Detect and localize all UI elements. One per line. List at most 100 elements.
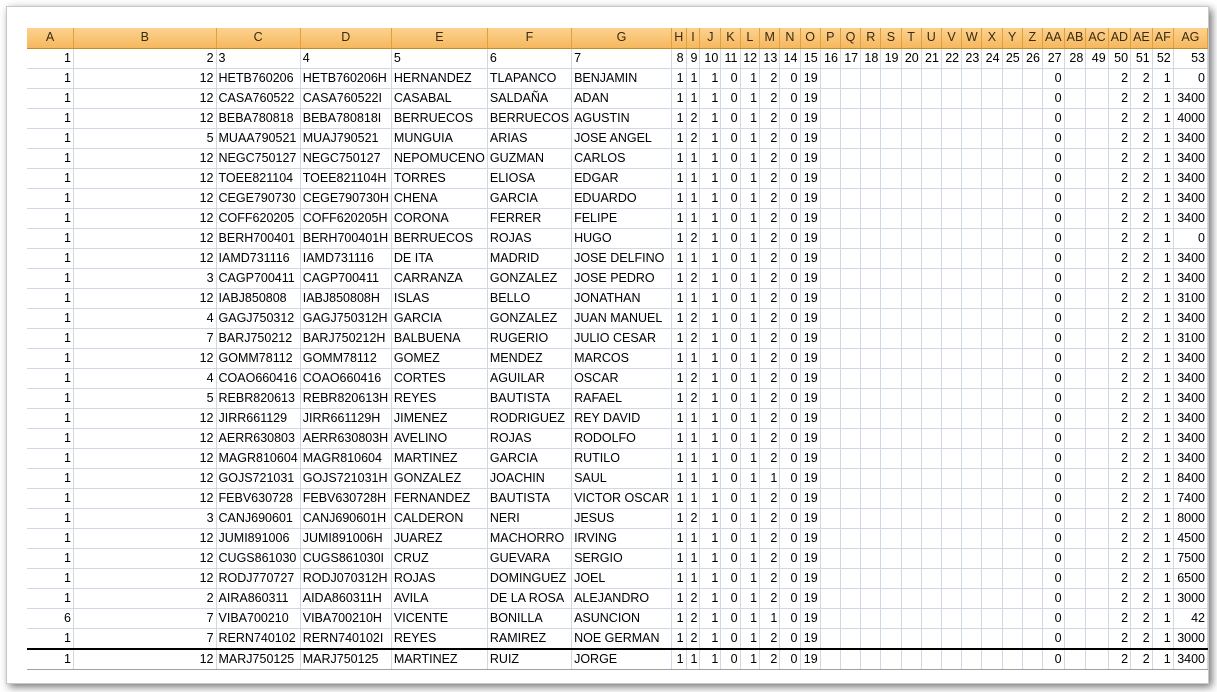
cell[interactable]: 1	[740, 568, 761, 589]
cell[interactable]	[1002, 388, 1023, 409]
cell[interactable]: 1	[1152, 228, 1174, 249]
cell[interactable]: 1	[671, 488, 687, 509]
cell[interactable]	[921, 268, 942, 289]
cell[interactable]	[941, 647, 963, 670]
cell[interactable]: 2	[759, 328, 781, 349]
column-header-d[interactable]: D	[300, 28, 392, 49]
cell[interactable]: 23	[961, 48, 983, 69]
cell[interactable]	[1022, 568, 1043, 589]
cell[interactable]: REYES	[391, 388, 488, 409]
cell[interactable]: 19	[800, 168, 821, 189]
cell[interactable]: 2	[1130, 628, 1153, 649]
cell[interactable]: 0	[1042, 348, 1065, 369]
cell[interactable]: 0	[779, 488, 801, 509]
cell[interactable]: 1	[671, 328, 687, 349]
cell[interactable]: 2	[686, 108, 701, 129]
cell[interactable]: 1	[1152, 208, 1174, 229]
cell[interactable]: 0	[720, 528, 741, 549]
cell[interactable]: 1	[686, 88, 701, 109]
cell[interactable]: MENDEZ	[487, 348, 573, 369]
cell[interactable]: 2	[1108, 568, 1132, 589]
cell[interactable]: 20	[901, 48, 922, 69]
cell[interactable]: JIMENEZ	[391, 408, 488, 429]
cell[interactable]: 1	[1152, 428, 1174, 449]
cell[interactable]	[1002, 308, 1023, 329]
cell[interactable]	[860, 228, 882, 249]
cell[interactable]: 0	[779, 308, 801, 329]
cell[interactable]	[820, 328, 841, 349]
cell[interactable]: MUNGUIA	[391, 128, 488, 149]
cell[interactable]: 0	[779, 628, 801, 649]
cell[interactable]: 1	[671, 108, 687, 129]
cell[interactable]: 0	[720, 408, 741, 429]
cell[interactable]	[860, 528, 882, 549]
cell[interactable]: 2	[759, 428, 781, 449]
cell[interactable]: 1	[671, 647, 687, 670]
cell[interactable]: BARJ750212H	[300, 328, 392, 349]
cell[interactable]: 6	[487, 48, 573, 69]
cell[interactable]: 0	[779, 508, 801, 529]
cell[interactable]: 1	[740, 128, 761, 149]
cell[interactable]	[880, 148, 902, 169]
cell[interactable]: CASABAL	[391, 88, 488, 109]
cell[interactable]	[961, 448, 983, 469]
cell[interactable]	[921, 308, 942, 329]
cell[interactable]: CUGS861030	[216, 548, 301, 569]
cell[interactable]	[961, 348, 983, 369]
cell[interactable]: 19	[800, 308, 821, 329]
cell[interactable]: 1	[27, 428, 74, 449]
cell[interactable]: 2	[1108, 448, 1132, 469]
cell[interactable]	[921, 488, 942, 509]
cell[interactable]: 1	[27, 188, 74, 209]
cell[interactable]: 1	[27, 448, 74, 469]
cell[interactable]: 0	[779, 608, 801, 629]
cell[interactable]	[921, 148, 942, 169]
cell[interactable]	[1064, 68, 1087, 89]
cell[interactable]	[901, 408, 922, 429]
cell[interactable]	[1064, 308, 1087, 329]
cell[interactable]: REY DAVID	[571, 408, 672, 429]
cell[interactable]: 11	[720, 48, 741, 69]
cell[interactable]	[901, 448, 922, 469]
cell[interactable]	[1085, 88, 1109, 109]
cell[interactable]: 2	[1130, 188, 1153, 209]
cell[interactable]: 5	[391, 48, 488, 69]
cell[interactable]	[1085, 108, 1109, 129]
cell[interactable]	[1002, 608, 1023, 629]
cell[interactable]	[860, 88, 882, 109]
cell[interactable]	[941, 328, 963, 349]
column-header-u[interactable]: U	[921, 28, 942, 49]
cell[interactable]: 2	[1130, 508, 1153, 529]
cell[interactable]: 2	[1130, 528, 1153, 549]
cell[interactable]	[941, 508, 963, 529]
cell[interactable]: 0	[779, 408, 801, 429]
cell[interactable]	[1022, 328, 1043, 349]
cell[interactable]: ALEJANDRO	[571, 588, 672, 609]
column-header-e[interactable]: E	[391, 28, 488, 49]
cell[interactable]: 12	[73, 428, 217, 449]
cell[interactable]: 2	[1108, 268, 1132, 289]
cell[interactable]	[961, 308, 983, 329]
cell[interactable]: 3400	[1173, 408, 1208, 429]
cell[interactable]: 0	[1042, 368, 1065, 389]
cell[interactable]: MARJ750125	[300, 647, 392, 670]
cell[interactable]: 1	[1152, 568, 1174, 589]
cell[interactable]	[1022, 108, 1043, 129]
cell[interactable]	[981, 428, 1003, 449]
cell[interactable]	[1085, 328, 1109, 349]
cell[interactable]: JOSE DELFINO	[571, 248, 672, 269]
cell[interactable]: 12	[73, 168, 217, 189]
cell[interactable]	[941, 588, 963, 609]
cell[interactable]: 1	[740, 588, 761, 609]
cell[interactable]: 3400	[1173, 388, 1208, 409]
cell[interactable]	[840, 548, 862, 569]
cell[interactable]	[1022, 348, 1043, 369]
cell[interactable]: 0	[1042, 647, 1065, 670]
cell[interactable]	[860, 428, 882, 449]
cell[interactable]: 19	[800, 568, 821, 589]
cell[interactable]: REYES	[391, 628, 488, 649]
cell[interactable]: 1	[699, 548, 722, 569]
cell[interactable]: 5	[73, 128, 217, 149]
cell[interactable]	[941, 88, 963, 109]
cell[interactable]: CEGE790730H	[300, 188, 392, 209]
